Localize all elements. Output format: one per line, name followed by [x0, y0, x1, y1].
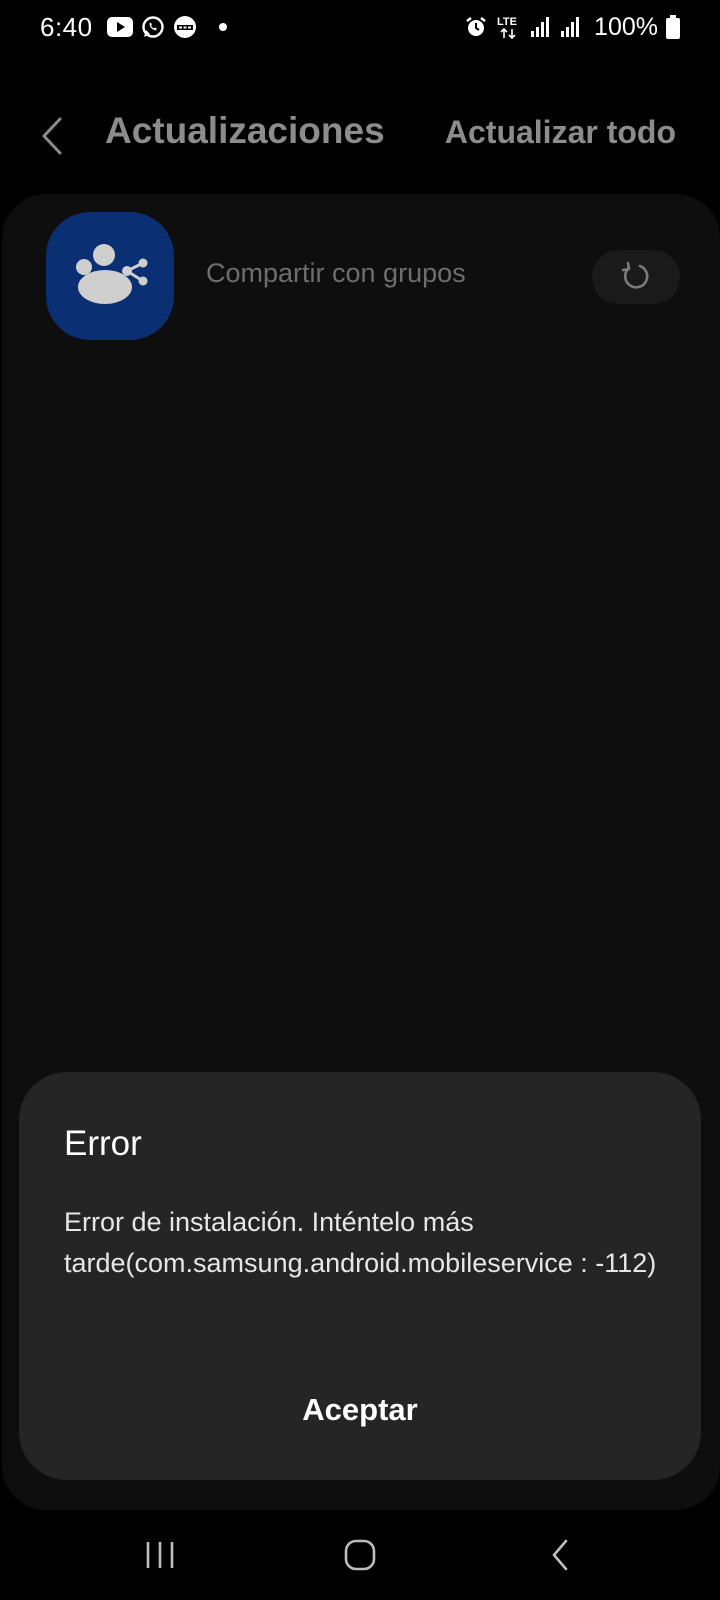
share-with-groups-icon — [46, 212, 174, 340]
dialog-title: Error — [64, 1124, 142, 1163]
nav-back-button[interactable] — [530, 1528, 590, 1582]
app-bar: Actualizaciones Actualizar todo — [0, 94, 720, 178]
dialog-message: Error de instalación. Inténtelo más tard… — [64, 1207, 657, 1278]
365-icon — [173, 15, 197, 39]
back-icon — [552, 1539, 568, 1571]
alarm-icon — [464, 15, 488, 39]
accept-button[interactable]: Aceptar — [19, 1378, 701, 1442]
status-bar: 6:40 LTE 100% — [0, 0, 720, 54]
screen: 6:40 LTE 100% Actualizaciones Actualizar… — [0, 0, 720, 1600]
notification-dot-icon — [218, 23, 227, 31]
app-name: Compartir con grupos — [206, 258, 466, 288]
list-item[interactable]: Compartir con grupos — [46, 212, 680, 340]
recent-apps-button[interactable] — [130, 1528, 190, 1582]
home-button[interactable] — [330, 1528, 390, 1582]
error-dialog: Error Error de instalación. Inténtelo má… — [19, 1072, 701, 1480]
update-all-button[interactable]: Actualizar todo — [445, 114, 676, 151]
youtube-icon — [106, 17, 133, 37]
retry-icon — [621, 261, 649, 289]
lte-icon: LTE — [496, 14, 522, 40]
status-time: 6:40 — [40, 11, 93, 42]
battery-icon — [666, 15, 680, 39]
chevron-left-icon — [42, 117, 62, 155]
home-icon — [344, 1539, 376, 1571]
svg-text:LTE: LTE — [497, 16, 517, 28]
recent-apps-icon — [146, 1542, 174, 1568]
status-right: LTE 100% — [464, 13, 680, 42]
battery-percentage: 100% — [594, 12, 658, 41]
retry-button[interactable] — [592, 250, 680, 304]
status-left: 6:40 — [40, 12, 227, 43]
back-button[interactable] — [30, 108, 74, 164]
signal-icon — [560, 16, 582, 38]
page-title: Actualizaciones — [105, 110, 385, 151]
whatsapp-icon — [141, 15, 165, 39]
navigation-bar — [0, 1510, 720, 1600]
signal-icon — [530, 16, 552, 38]
